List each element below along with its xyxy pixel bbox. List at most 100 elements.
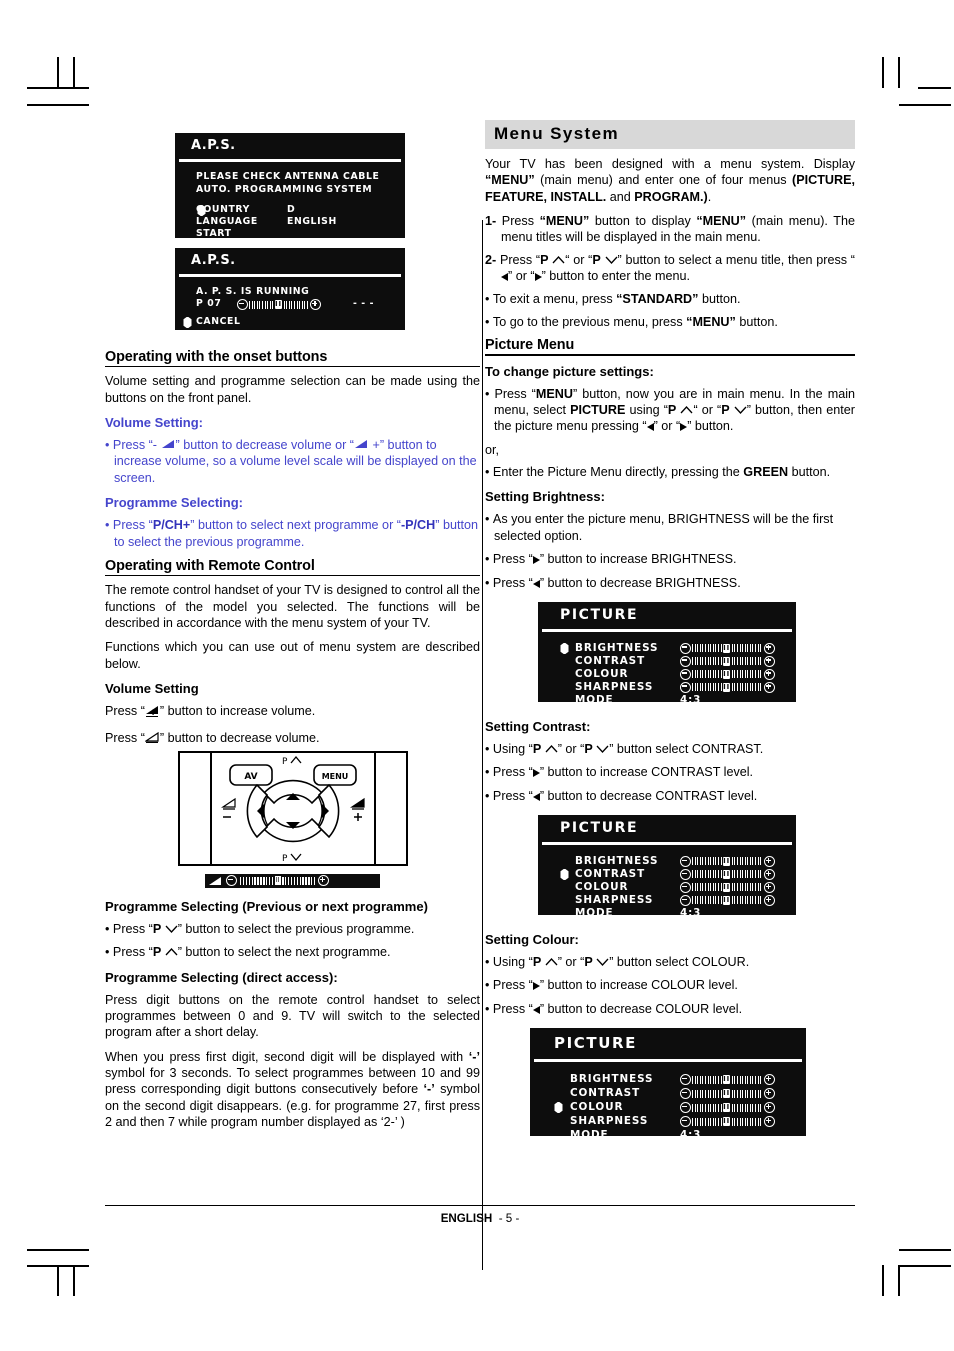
picture-label-contrast: CONTRAST	[570, 1087, 641, 1100]
volume-setting-heading: Volume Setting:	[105, 415, 203, 431]
volume-down-icon	[161, 439, 176, 450]
page-content: A.P.S. PLEASE CHECK ANTENNA CABLE AUTO. …	[105, 120, 856, 1270]
aps-label-cancel: CANCEL	[196, 316, 241, 327]
co-b3-b: ” button to decrease CONTRAST level.	[539, 788, 758, 803]
picture-row-colour[interactable]: COLOUR II	[538, 881, 796, 894]
selection-cursor-icon	[560, 868, 569, 880]
aps-label-start: START	[196, 228, 232, 239]
co-b1-k1: P	[532, 741, 542, 756]
change-picture-heading: To change picture settings:	[485, 363, 654, 379]
ms-b1-a: To exit a menu, press	[492, 291, 617, 306]
picture-row-mode[interactable]: MODE 4:3	[538, 907, 796, 920]
arrow-right-icon	[532, 769, 540, 778]
colour-bullet-3: • Press “” button to decrease COLOUR lev…	[485, 1001, 743, 1016]
chevron-down-icon	[596, 745, 609, 753]
aps-box2-dashes: - - -	[353, 298, 375, 309]
ms-step2-a: Press “	[496, 252, 541, 267]
picture-row-sharpness[interactable]: SHARPNESS II	[538, 681, 796, 694]
cp-b1-k2: PICTURE	[570, 402, 626, 417]
setting-contrast-heading: Setting Contrast:	[485, 718, 591, 734]
sharpness-slider[interactable]: II	[680, 894, 775, 906]
crop-mark-br-h2	[899, 1265, 951, 1267]
ms-intro-c: and	[606, 189, 635, 204]
picture-row-contrast[interactable]: CONTRAST II	[538, 655, 796, 668]
picture-row-colour[interactable]: COLOUR II	[530, 1101, 806, 1115]
chevron-down-icon	[596, 958, 609, 966]
sharpness-slider[interactable]: II	[680, 681, 775, 693]
remote-heading: Operating with Remote Control	[105, 557, 315, 574]
aps-row-start[interactable]: START	[175, 228, 405, 240]
minus-circle-icon	[680, 1116, 691, 1128]
picture-label-colour: COLOUR	[570, 1101, 624, 1114]
picture-osd-box-2: PICTURE BRIGHTNESS II CONTRAST II COLOUR…	[538, 814, 796, 919]
onset-intro: Volume setting and programme selection c…	[105, 374, 480, 405]
brightness-slider[interactable]: II	[680, 855, 775, 867]
remote-control-diagram: AV MENU P P II	[177, 750, 408, 888]
footer-language: ENGLISH	[440, 1212, 493, 1226]
picture-label-sharpness: SHARPNESS	[575, 893, 654, 906]
prog-prev-bullet: • Press “P ” button to select the previo…	[105, 921, 415, 936]
contrast-slider[interactable]: II	[680, 655, 775, 667]
co-b1-b: ” or “	[557, 741, 585, 756]
colour-slider[interactable]: II	[680, 668, 775, 680]
picture-row-mode[interactable]: MODE 4:3	[538, 694, 796, 707]
picture-row-contrast[interactable]: CONTRAST II	[538, 868, 796, 881]
picture-row-sharpness[interactable]: SHARPNESS II	[538, 894, 796, 907]
menu-system-bullet-2: • To go to the previous menu, press “MEN…	[485, 314, 778, 329]
right-column: Menu System Your TV has been designed wi…	[485, 120, 856, 1141]
picture-row-brightness[interactable]: BRIGHTNESS II	[538, 855, 796, 868]
plus-circle-icon	[763, 655, 775, 667]
ms-step2-d: ” or “	[508, 269, 535, 284]
crop-mark-br-h1	[899, 1249, 951, 1251]
arrow-right-icon	[534, 273, 542, 282]
brightness-slider[interactable]: II	[680, 642, 775, 654]
picture-osd-box-3: PICTURE BRIGHTNESS II CONTRAST II COLOUR…	[530, 1028, 806, 1141]
picture-row-mode[interactable]: MODE 4:3	[530, 1129, 806, 1143]
aps-progress-slider: II	[237, 299, 322, 310]
colour-bullet-2: • Press “” button to increase COLOUR lev…	[485, 978, 738, 993]
minus-circle-icon	[680, 642, 691, 654]
ms-step2-c: ” button to select a menu title, then pr…	[617, 252, 856, 267]
chevron-up-icon	[165, 948, 178, 956]
arrow-right-icon	[532, 982, 540, 991]
cp-b1-c: using “	[625, 402, 668, 417]
br-b3-b: ” button to decrease BRIGHTNESS.	[539, 575, 741, 590]
footer-text: ENGLISH - 5 -	[105, 1212, 855, 1225]
prog-key-1: P/CH+	[152, 518, 191, 533]
cl-b3-a: Press “	[492, 1001, 533, 1016]
aps-row-cancel[interactable]: CANCEL	[175, 316, 405, 328]
volume-down-icon	[144, 732, 160, 744]
sharpness-slider[interactable]: II	[680, 1116, 775, 1128]
prog-next-key: P	[152, 945, 162, 960]
ms-b2-b: button.	[735, 314, 778, 329]
minus-circle-icon	[680, 855, 691, 867]
crop-mark-br-v1	[882, 1265, 884, 1296]
picture-row-brightness[interactable]: BRIGHTNESS II	[530, 1073, 806, 1087]
colour-slider[interactable]: II	[680, 1102, 775, 1114]
contrast-bullet-1: • Using “P ” or “P ” button select CONTR…	[485, 741, 764, 756]
contrast-slider[interactable]: II	[680, 1088, 775, 1100]
contrast-slider[interactable]: II	[680, 868, 775, 880]
co-b2-b: ” button to increase CONTRAST level.	[539, 765, 754, 780]
picture-osd2-title: PICTURE	[560, 819, 639, 836]
brightness-bullet-1: • As you enter the picture menu, BRIGHTN…	[485, 512, 834, 543]
picture-row-sharpness[interactable]: SHARPNESS II	[530, 1115, 806, 1129]
crop-mark-br-v2	[898, 1265, 900, 1296]
colour-slider[interactable]: II	[680, 881, 775, 893]
change-picture-bullet-1: • Press “MENU” button, now you are in ma…	[485, 386, 855, 434]
picture-row-colour[interactable]: COLOUR II	[538, 668, 796, 681]
plus-circle-icon	[763, 894, 775, 906]
aps-row-country[interactable]: COUNTRY D	[175, 204, 405, 216]
menu-button: MENU	[312, 764, 357, 786]
ms-step2-num: 2-	[485, 252, 497, 267]
picture-row-brightness[interactable]: BRIGHTNESS II	[538, 642, 796, 655]
brightness-slider[interactable]: II	[680, 1074, 775, 1086]
aps-box1-title: A.P.S.	[191, 138, 236, 153]
picture-label-mode: MODE	[570, 1129, 609, 1142]
chevron-up-icon	[552, 255, 565, 264]
cl-b2-a: Press “	[492, 978, 533, 993]
picture-row-contrast[interactable]: CONTRAST II	[530, 1087, 806, 1101]
cp-b2-b: button.	[788, 465, 831, 480]
aps-row-language[interactable]: LANGUAGE ENGLISH	[175, 216, 405, 228]
ms-b1-k: “STANDARD”	[616, 291, 699, 306]
